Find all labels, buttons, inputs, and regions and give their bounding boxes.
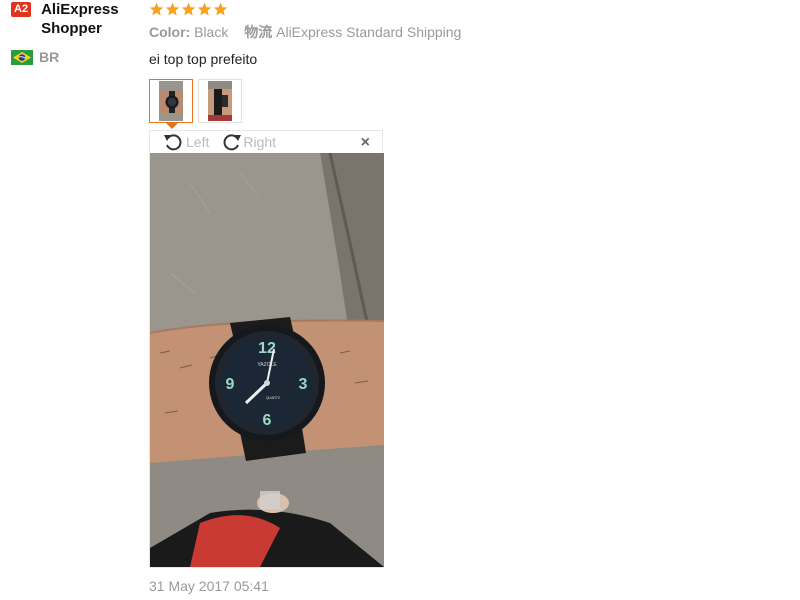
reviewer-info: A2 AliExpress Shopper BR xyxy=(11,0,141,65)
review-attributes: Color: Black 物流 AliExpress Standard Ship… xyxy=(149,23,789,41)
rotate-right-label: Right xyxy=(243,134,277,150)
dial-brand: YAZOLE xyxy=(257,362,277,368)
star-rating xyxy=(149,0,789,18)
star-icon xyxy=(181,2,196,15)
review-thumbnails xyxy=(149,79,789,123)
review-date: 31 May 2017 05:41 xyxy=(149,578,269,594)
watch-photo-thumbnail-image-2 xyxy=(208,81,232,121)
star-icon xyxy=(197,2,212,15)
star-icon xyxy=(213,2,228,15)
rotate-left-icon xyxy=(164,134,182,151)
photo-viewer-toolbar: Left Right × xyxy=(150,131,382,153)
rotate-right-icon xyxy=(223,134,242,151)
star-icon xyxy=(149,2,164,15)
rotate-right-button[interactable]: Right xyxy=(219,132,276,152)
active-thumb-pointer xyxy=(166,123,178,129)
rotate-left-button[interactable]: Left xyxy=(162,132,209,152)
review-comment: ei top top prefeito xyxy=(149,51,258,67)
shipping-value: AliExpress Standard Shipping xyxy=(276,24,462,40)
dial-label: QUARTZ xyxy=(266,396,281,400)
dial-numeral-3: 3 xyxy=(299,376,308,393)
watch-photo-thumbnail-image xyxy=(159,81,183,121)
rotate-left-label: Left xyxy=(186,134,210,150)
dial-numeral-9: 9 xyxy=(226,376,235,393)
buyer-level-badge: A2 xyxy=(11,2,32,17)
review-photo-large: 12 3 6 9 YAZOLE QUARTZ xyxy=(150,153,384,567)
color-value: Black xyxy=(194,24,229,40)
photo-viewer: Left Right × 12 3 6 9 YAZOLE QUARTZ xyxy=(149,130,384,568)
color-label: Color: xyxy=(149,24,191,40)
dial-numeral-6: 6 xyxy=(263,412,272,429)
review-content: Color: Black 物流 AliExpress Standard Ship… xyxy=(149,0,789,594)
reviewer-country: BR xyxy=(11,49,141,65)
country-code: BR xyxy=(39,49,60,65)
star-icon xyxy=(165,2,180,15)
review-photo-thumb-1[interactable] xyxy=(149,79,193,123)
reviewer-name: AliExpress Shopper xyxy=(41,1,119,37)
close-viewer-button[interactable]: × xyxy=(361,135,370,151)
review-photo-thumb-2[interactable] xyxy=(198,79,242,123)
shipping-label: 物流 xyxy=(244,24,273,40)
reviewer-name-row: A2 AliExpress Shopper xyxy=(11,0,141,38)
brazil-flag-icon xyxy=(11,49,33,65)
